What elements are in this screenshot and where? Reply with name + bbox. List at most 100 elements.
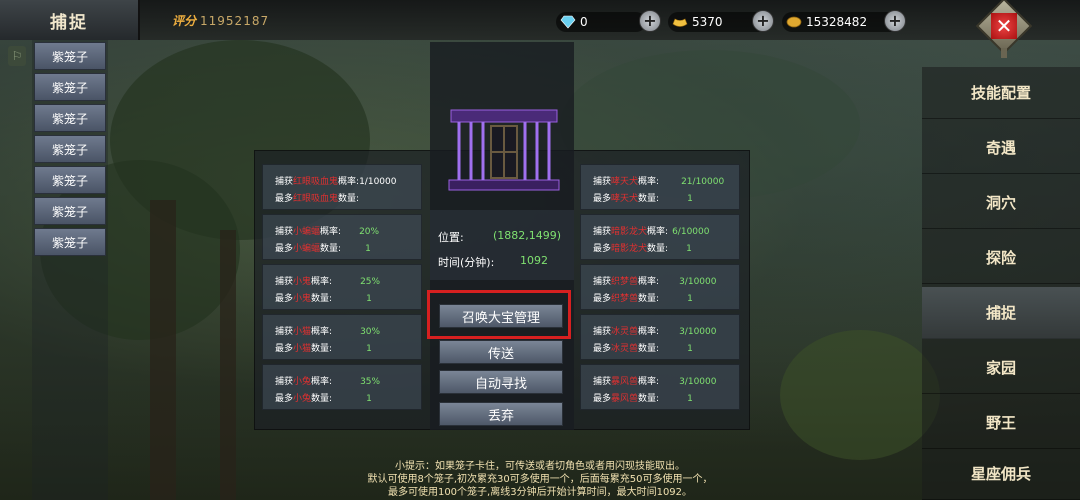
max-prefix: 最多 xyxy=(275,194,294,204)
cage-item-label: 紫笼子 xyxy=(51,235,88,250)
count-label: 数量: xyxy=(311,344,333,354)
creature-name: 红眼吸血鬼 xyxy=(293,194,339,204)
count-label: 数量: xyxy=(638,344,660,354)
time-value: 1092 xyxy=(520,254,548,267)
add-ingot-button[interactable]: + xyxy=(752,10,774,32)
max-prefix: 最多 xyxy=(593,394,612,404)
cage-item[interactable]: 紫笼子 xyxy=(34,197,106,225)
position-value: (1882,1499) xyxy=(493,229,562,242)
menu-item-adventure-encounter[interactable]: 奇遇 xyxy=(922,122,1080,174)
rate-label: 概率: xyxy=(320,227,342,237)
max-count: 1 xyxy=(366,344,372,354)
rate-value: 21/10000 xyxy=(681,177,725,187)
close-button-tassel xyxy=(1001,48,1007,58)
menu-item-explore[interactable]: 探险 xyxy=(922,232,1080,284)
coin-value: 15328482 xyxy=(806,15,868,29)
max-count: 1 xyxy=(366,294,372,304)
capture-prefix: 捕获 xyxy=(275,177,294,187)
creature-name: 冰灵兽 xyxy=(611,344,639,354)
cage-item[interactable]: 紫笼子 xyxy=(34,104,106,132)
capture-rate-card: 捕获哮天犬概率: 21/10000 最多哮天犬数量: 1 xyxy=(580,164,740,210)
rate-value: 3/10000 xyxy=(679,327,717,337)
top-bar xyxy=(0,0,1080,40)
rate-label: 概率: xyxy=(311,277,333,287)
creature-name: 小兔 xyxy=(293,394,312,404)
cage-item-label: 紫笼子 xyxy=(51,80,88,95)
menu-item-label: 奇遇 xyxy=(985,139,1016,157)
highlight-box xyxy=(427,290,571,339)
count-label: 数量: xyxy=(638,294,660,304)
count-label: 数量: xyxy=(320,244,342,254)
diamond-icon xyxy=(560,15,576,29)
max-count: 1 xyxy=(365,244,371,254)
creature-name: 织梦兽 xyxy=(611,277,639,287)
capture-prefix: 捕获 xyxy=(275,327,294,337)
rate-value: 35% xyxy=(360,377,381,387)
menu-item-capture[interactable]: 捕捉 xyxy=(922,287,1080,339)
cage-item[interactable]: 紫笼子 xyxy=(34,228,106,256)
menu-item-zodiac-mercenary[interactable]: 星座佣兵 xyxy=(922,448,1080,500)
cage-item-label: 紫笼子 xyxy=(51,204,88,219)
creature-name: 小蝙蝠 xyxy=(293,227,321,237)
max-count: 1 xyxy=(687,344,693,354)
capture-rate-card: 捕获红眼吸血鬼概率:1/10000 最多红眼吸血鬼数量: xyxy=(262,164,422,210)
creature-name: 哮天犬 xyxy=(611,177,639,187)
creature-name: 暴风兽 xyxy=(611,394,639,404)
max-count: 1 xyxy=(687,294,693,304)
creature-name: 织梦兽 xyxy=(611,294,639,304)
creature-name: 小猫 xyxy=(293,327,312,337)
count-label: 数量: xyxy=(638,394,660,404)
menu-item-label: 家园 xyxy=(985,359,1016,377)
menu-item-label: 技能配置 xyxy=(970,84,1031,102)
creature-name: 小蝙蝠 xyxy=(293,244,321,254)
max-prefix: 最多 xyxy=(593,294,612,304)
discard-button[interactable]: 丢弃 xyxy=(439,402,563,426)
button-label: 自动寻找 xyxy=(474,376,527,392)
teleport-button[interactable]: 传送 xyxy=(439,340,563,364)
rate-value: 30% xyxy=(360,327,381,337)
tip-text: 小提示：如果笼子卡住，可传送或者切角色或者用闪现技能取出。 默认可使用8个笼子,… xyxy=(300,460,780,499)
count-label: 数量: xyxy=(647,244,669,254)
menu-item-cave[interactable]: 洞穴 xyxy=(922,177,1080,229)
creature-name: 暗影龙犬 xyxy=(611,227,648,237)
capture-prefix: 捕获 xyxy=(275,277,294,287)
menu-item-skill-config[interactable]: 技能配置 xyxy=(922,67,1080,119)
creature-name: 红眼吸血鬼 xyxy=(293,177,339,187)
max-prefix: 最多 xyxy=(275,394,294,404)
cage-item-label: 紫笼子 xyxy=(51,173,88,188)
max-count: 1 xyxy=(686,244,692,254)
max-prefix: 最多 xyxy=(275,294,294,304)
menu-item-wild-king[interactable]: 野王 xyxy=(922,397,1080,449)
button-label: 丢弃 xyxy=(487,408,514,424)
cage-item[interactable]: 紫笼子 xyxy=(34,73,106,101)
cage-item[interactable]: 紫笼子 xyxy=(34,166,106,194)
cage-item[interactable]: 紫笼子 xyxy=(34,135,106,163)
cage-item-label: 紫笼子 xyxy=(51,111,88,126)
rate-value: 3/10000 xyxy=(679,277,717,287)
menu-item-label: 洞穴 xyxy=(985,194,1016,212)
rate-value: 1/10000 xyxy=(359,177,397,187)
count-label: 数量: xyxy=(638,194,660,204)
capture-rate-card: 捕获冰灵兽概率: 3/10000 最多冰灵兽数量: 1 xyxy=(580,314,740,360)
max-count: 1 xyxy=(687,394,693,404)
add-diamond-button[interactable]: + xyxy=(639,10,661,32)
rate-label: 概率: xyxy=(638,177,660,187)
creature-name: 小鬼 xyxy=(293,277,312,287)
creature-name: 哮天犬 xyxy=(611,194,639,204)
max-prefix: 最多 xyxy=(275,344,294,354)
diamond-value: 0 xyxy=(580,15,588,29)
auto-find-button[interactable]: 自动寻找 xyxy=(439,370,563,394)
cage-item-label: 紫笼子 xyxy=(51,142,88,157)
capture-prefix: 捕获 xyxy=(593,227,612,237)
rate-value: 25% xyxy=(360,277,381,287)
cage-item[interactable]: 紫笼子 xyxy=(34,42,106,70)
menu-item-home[interactable]: 家园 xyxy=(922,342,1080,394)
coin-icon xyxy=(786,16,802,28)
capture-prefix: 捕获 xyxy=(593,177,612,187)
add-coin-button[interactable]: + xyxy=(884,10,906,32)
rate-label: 概率: xyxy=(638,327,660,337)
capture-prefix: 捕获 xyxy=(593,377,612,387)
background-foliage xyxy=(780,330,940,460)
gold-ingot-icon xyxy=(672,18,688,27)
background-trunk xyxy=(150,200,176,500)
